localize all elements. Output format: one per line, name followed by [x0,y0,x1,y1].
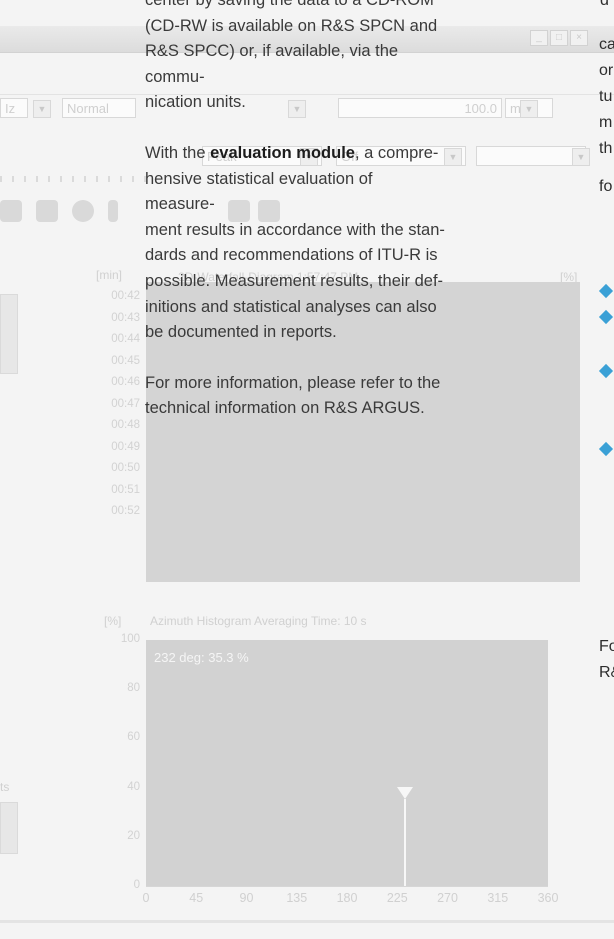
waterfall-y-tick-label: 00:43 [111,311,140,324]
marker-icon[interactable] [108,200,118,222]
chevron-down-icon[interactable]: ▼ [572,148,590,166]
bottom-rule [0,920,614,923]
cut-text-1: d [600,0,609,9]
close-icon[interactable]: × [570,30,588,46]
waterfall-y-tick-label: 00:50 [111,462,140,474]
paragraph-more-info: For more information, please refer to th… [145,371,445,422]
waterfall-y-tick-label: 00:42 [111,290,140,302]
histogram-y-tick-label: 60 [127,731,140,744]
settings-icon[interactable] [72,200,94,222]
waterfall-y-tick-label: 00:52 [111,505,140,517]
paragraph-data-export: center by saving the data to a CD-ROM (CD… [145,0,445,116]
histogram-x-tick-label: 45 [189,891,204,905]
para1-line: (CD-RW is available on R&S SPCN and [145,16,438,35]
cut-text-footer-2: R& [599,664,614,681]
azimuth-marker-icon [397,787,414,800]
cut-text-2: ca [599,36,614,53]
paragraph-evaluation-module: With the evaluation module, a compre-hen… [145,141,445,346]
waterfall-y-tick-label: 00:45 [111,354,140,367]
para2-line: initions and statistical analyses can al… [145,297,437,316]
chevron-down-icon[interactable]: ▼ [444,148,462,166]
histogram-y-tick-label: 20 [127,829,140,842]
document-text-column: center by saving the data to a CD-ROM (CD… [145,0,445,422]
histogram-readout: 232 deg: 35.3 % [154,650,249,665]
waterfall-y-tick-label: 00:48 [111,419,140,431]
histogram-x-tick-label: 135 [286,891,308,905]
histogram-x-tick-label: 270 [437,891,458,905]
chevron-down-icon[interactable]: ▼ [33,100,51,118]
side-label: ts [0,780,10,794]
cut-text-4: tu [599,88,613,105]
waterfall-y-tick-label: 00:47 [111,397,140,410]
histogram-x-tick-label: 315 [487,891,509,905]
evaluation-module-emphasis: evaluation module [210,143,355,162]
chevron-down-icon[interactable]: ▼ [520,100,538,118]
histogram-x-tick-label: 225 [386,891,408,905]
cut-text-footer-1: Fo [599,638,614,655]
para1-line: center by saving the data to a CD-ROM [145,0,434,9]
waterfall-y-tick-label: 00:51 [111,483,140,496]
waterfall-y-unit: [min] [96,268,123,282]
para2-lead-end: , a compre- [354,143,439,162]
para2-line: possible. Measurement results, their def… [145,271,444,290]
histogram-x-axis [146,886,548,887]
para2-line: dards and recommendations of ITU-R is [145,246,438,265]
cut-text-3: or [599,62,614,79]
minimize-icon[interactable]: _ [530,30,548,46]
cut-text-6: th [599,140,613,157]
histogram-x-tick-label: 180 [336,891,358,905]
histogram-title: Azimuth Histogram Averaging Time: 10 s [150,614,367,628]
para3-line: technical information on R&S ARGUS. [145,399,425,418]
histogram-y-unit: [%] [104,614,122,628]
save-icon[interactable] [36,200,58,222]
maximize-icon[interactable]: □ [550,30,568,46]
histogram-y-tick-label: 0 [133,879,140,891]
ruler-ticks [0,176,150,182]
icon-toolbar [0,200,118,222]
para2-line: ment results in accordance with the stan… [145,220,445,239]
para2-line: be documented in reports. [145,323,337,342]
mode-select[interactable]: Normal [62,98,136,118]
left-side-panel [0,294,18,374]
waterfall-y-tick-label: 00:44 [111,333,140,345]
azimuth-bar [404,799,407,886]
para2-line: hensive statistical evaluation of measur… [145,169,373,214]
window-controls: _ □ × [530,30,588,46]
para2-lead: With the [145,143,211,162]
waterfall-y-tick-label: 00:46 [111,376,140,388]
histogram-x-tick-label: 0 [142,891,150,905]
histogram-y-tick-label: 100 [120,633,140,645]
folder-icon[interactable] [0,200,22,222]
para3-line: For more information, please refer to th… [145,373,441,392]
histogram-x-tick-label: 90 [239,891,254,905]
cut-text-5: m [599,114,613,131]
histogram-y-tick-label: 80 [127,682,140,695]
left-side-panel-lower [0,802,18,854]
para1-line: R&S SPCC) or, if available, via the comm… [145,42,399,86]
frequency-unit-field[interactable]: Iz [0,98,28,118]
histogram-y-tick-label: 40 [127,780,140,793]
waterfall-y-tick-label: 00:49 [111,440,140,453]
cut-text-7: fo [599,178,613,195]
para1-line: nication units. [145,93,246,112]
extra-select[interactable] [476,146,586,166]
histogram-x-tick-label: 360 [537,891,559,905]
histogram-plot: 232 deg: 35.3 % [146,640,548,886]
